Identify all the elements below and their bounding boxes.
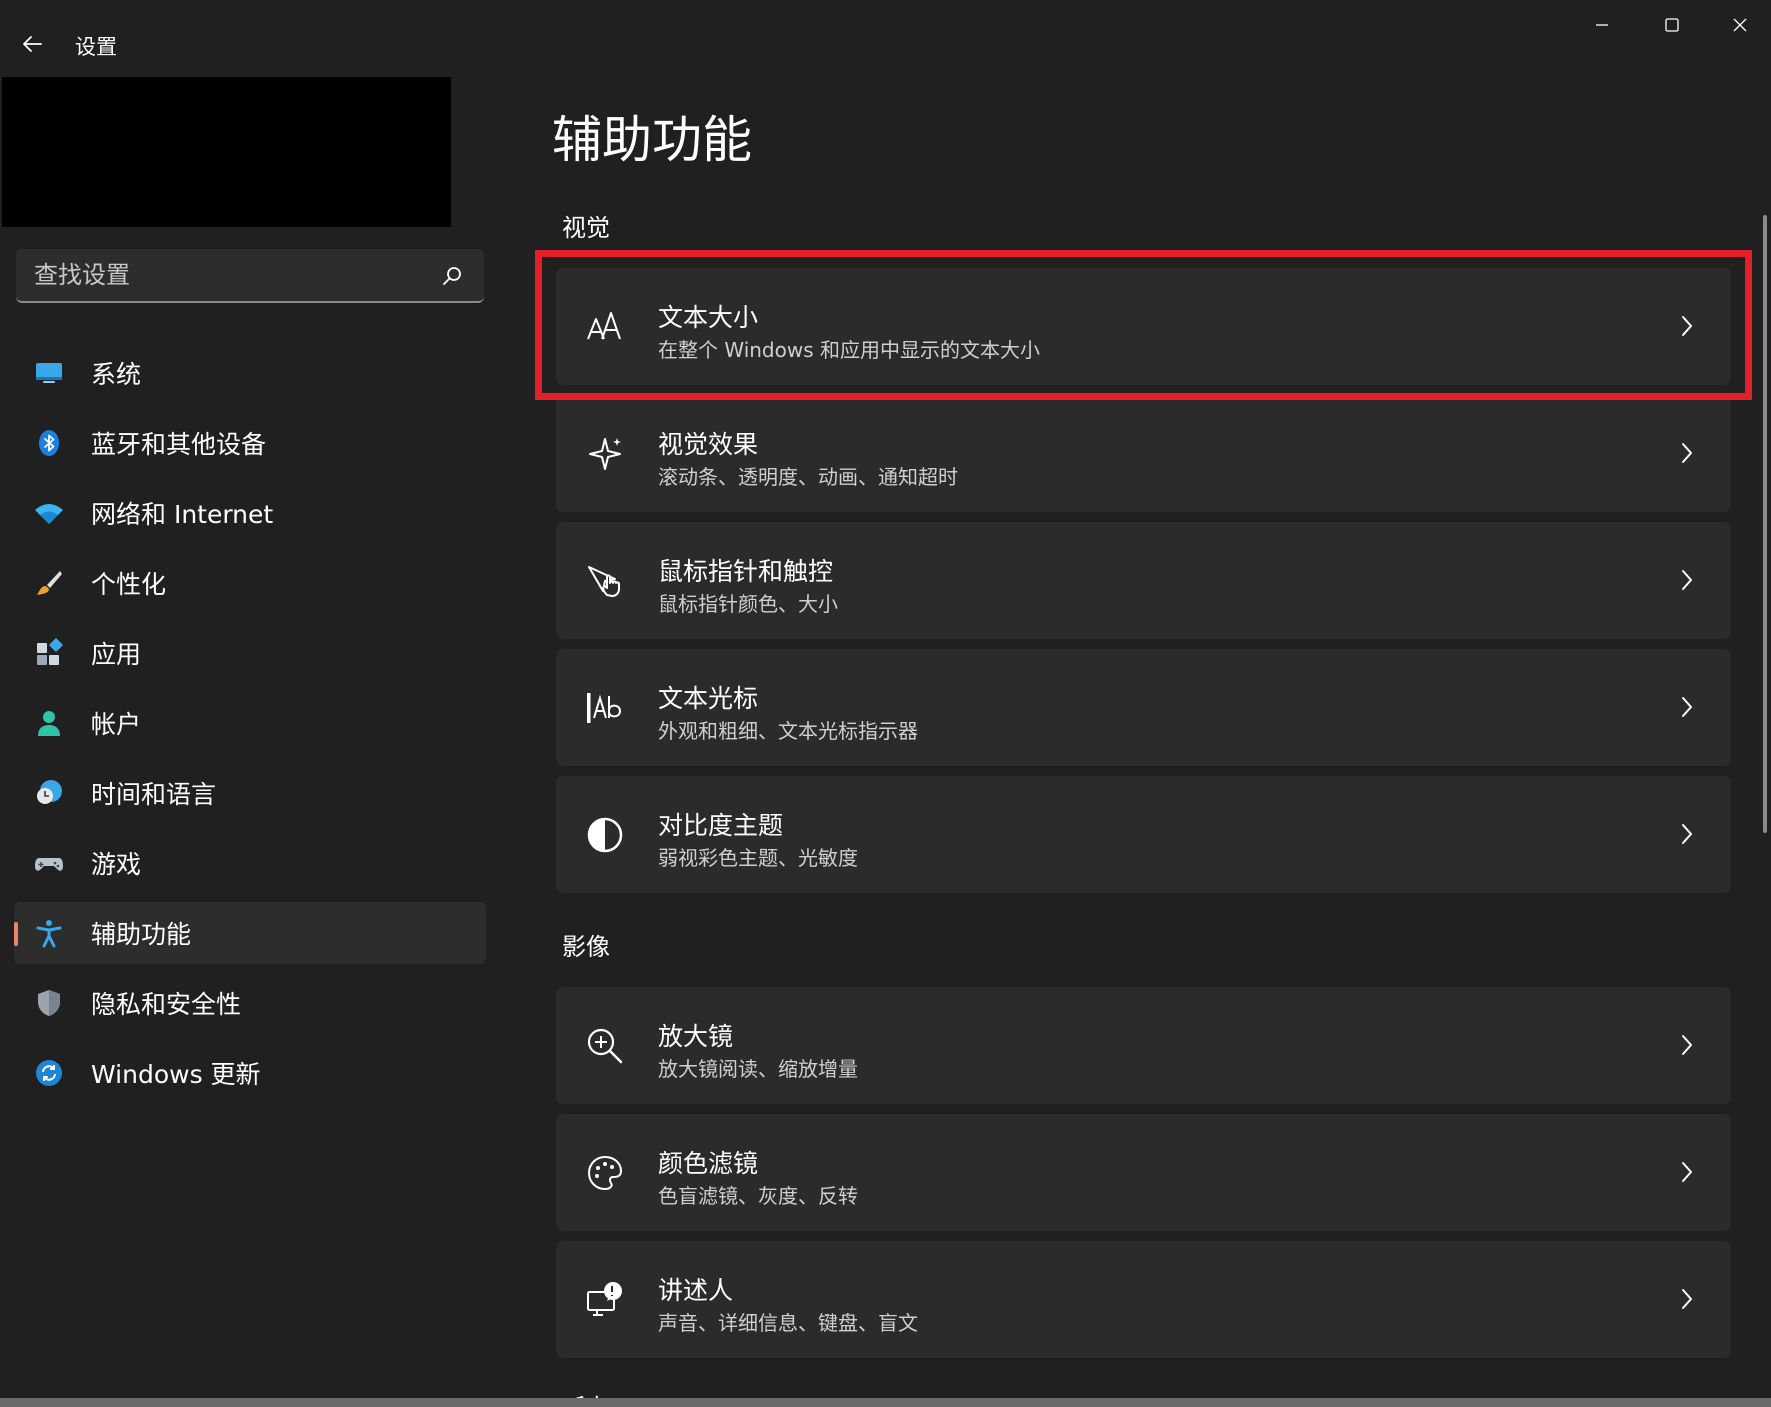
- text-cursor-icon: [584, 687, 626, 729]
- chevron-right-icon: [1673, 1285, 1701, 1313]
- setting-card-contrast-themes[interactable]: 对比度主题 弱视彩色主题、光敏度: [556, 776, 1731, 893]
- card-title: 视觉效果: [658, 430, 759, 459]
- contrast-icon: [584, 814, 626, 856]
- card-subtitle: 声音、详细信息、键盘、盲文: [658, 1311, 918, 1335]
- card-title: 颜色滤镜: [658, 1149, 759, 1178]
- close-icon: [1733, 18, 1747, 32]
- chevron-right-icon: [1673, 1158, 1701, 1186]
- account-profile-card[interactable]: [2, 77, 451, 227]
- search-box[interactable]: [16, 249, 484, 303]
- sidebar-item-time-language[interactable]: 时间和语言: [14, 762, 486, 824]
- setting-card-mouse-pointer[interactable]: 鼠标指针和触控 鼠标指针颜色、大小: [556, 522, 1731, 639]
- sidebar-item-network[interactable]: 网络和 Internet: [14, 482, 486, 544]
- chevron-right-icon: [1673, 820, 1701, 848]
- setting-card-color-filters[interactable]: 颜色滤镜 色盲滤镜、灰度、反转: [556, 1114, 1731, 1231]
- sidebar-item-label: 游戏: [91, 850, 142, 879]
- chevron-right-icon: [1673, 693, 1701, 721]
- search-input[interactable]: [16, 249, 436, 301]
- sidebar-item-label: 系统: [91, 360, 142, 389]
- setting-card-visual-effects[interactable]: 视觉效果 滚动条、透明度、动画、通知超时: [556, 395, 1731, 512]
- back-button[interactable]: [14, 26, 50, 62]
- card-title: 鼠标指针和触控: [658, 557, 834, 586]
- sidebar-item-label: 蓝牙和其他设备: [91, 430, 267, 459]
- sidebar-item-accessibility[interactable]: 辅助功能: [14, 902, 486, 964]
- maximize-icon: [1665, 18, 1679, 32]
- magnifier-icon: [584, 1025, 626, 1067]
- card-title: 讲述人: [658, 1276, 734, 1305]
- accessibility-icon: [34, 918, 64, 948]
- card-title: 放大镜: [658, 1022, 734, 1051]
- card-title: 文本大小: [658, 303, 759, 332]
- setting-card-magnifier[interactable]: 放大镜 放大镜阅读、缩放增量: [556, 987, 1731, 1104]
- sidebar-item-label: 帐户: [91, 710, 142, 739]
- sidebar-item-label: 应用: [91, 640, 142, 669]
- maximize-button[interactable]: [1637, 0, 1707, 50]
- wifi-icon: [34, 498, 64, 528]
- back-arrow-icon: [23, 36, 42, 52]
- sidebar-item-label: 网络和 Internet: [91, 500, 274, 529]
- time-language-icon: [34, 778, 64, 808]
- sidebar-item-accounts[interactable]: 帐户: [14, 692, 486, 754]
- system-icon: [34, 358, 64, 388]
- window-bottom-edge: [0, 1398, 1771, 1407]
- account-icon: [34, 708, 64, 738]
- sidebar-item-apps[interactable]: 应用: [14, 622, 486, 684]
- setting-card-text-cursor[interactable]: 文本光标 外观和粗细、文本光标指示器: [556, 649, 1731, 766]
- sidebar-item-personalization[interactable]: 个性化: [14, 552, 486, 614]
- chevron-right-icon: [1673, 566, 1701, 594]
- section-title-vision: 视觉: [562, 214, 610, 242]
- pointer-touch-icon: [584, 560, 626, 602]
- minimize-button[interactable]: [1567, 0, 1637, 50]
- card-title: 文本光标: [658, 684, 759, 713]
- sidebar-item-label: 隐私和安全性: [91, 990, 242, 1019]
- card-subtitle: 滚动条、透明度、动画、通知超时: [658, 465, 958, 489]
- sidebar-item-label: Windows 更新: [91, 1060, 261, 1089]
- sidebar-item-privacy[interactable]: 隐私和安全性: [14, 972, 486, 1034]
- palette-icon: [584, 1152, 626, 1194]
- sidebar-item-label: 辅助功能: [91, 920, 192, 949]
- card-subtitle: 外观和粗细、文本光标指示器: [658, 719, 918, 743]
- close-button[interactable]: [1705, 0, 1771, 50]
- brush-icon: [34, 568, 64, 598]
- narrator-icon: [584, 1279, 626, 1321]
- section-title-vision-aids: 影像: [562, 933, 610, 961]
- card-title: 对比度主题: [658, 811, 784, 840]
- sidebar-item-gaming[interactable]: 游戏: [14, 832, 486, 894]
- chevron-right-icon: [1673, 439, 1701, 467]
- scrollbar[interactable]: [1763, 215, 1767, 833]
- text-size-icon: [584, 306, 626, 348]
- chevron-right-icon: [1673, 312, 1701, 340]
- update-icon: [34, 1058, 64, 1088]
- apps-icon: [34, 638, 64, 668]
- shield-icon: [34, 988, 64, 1018]
- sidebar-item-windows-update[interactable]: Windows 更新: [14, 1042, 486, 1104]
- gamepad-icon: [34, 848, 64, 878]
- setting-card-narrator[interactable]: 讲述人 声音、详细信息、键盘、盲文: [556, 1241, 1731, 1358]
- app-title: 设置: [75, 35, 117, 59]
- chevron-right-icon: [1673, 1031, 1701, 1059]
- search-icon[interactable]: [440, 264, 464, 288]
- card-subtitle: 在整个 Windows 和应用中显示的文本大小: [658, 338, 1040, 362]
- sidebar-item-system[interactable]: 系统: [14, 342, 486, 404]
- card-subtitle: 放大镜阅读、缩放增量: [658, 1057, 858, 1081]
- sparkle-icon: [584, 433, 626, 475]
- sidebar-item-label: 个性化: [91, 570, 167, 599]
- page-title: 辅助功能: [552, 111, 752, 169]
- sidebar-item-bluetooth[interactable]: 蓝牙和其他设备: [14, 412, 486, 474]
- sidebar-item-label: 时间和语言: [91, 780, 217, 809]
- minimize-icon: [1596, 24, 1608, 26]
- card-subtitle: 弱视彩色主题、光敏度: [658, 846, 858, 870]
- bluetooth-icon: [34, 428, 64, 458]
- card-subtitle: 色盲滤镜、灰度、反转: [658, 1184, 858, 1208]
- card-subtitle: 鼠标指针颜色、大小: [658, 592, 838, 616]
- setting-card-text-size[interactable]: 文本大小 在整个 Windows 和应用中显示的文本大小: [556, 268, 1731, 385]
- sidebar-nav: 系统 蓝牙和其他设备 网络和 Internet 个性化 应用 帐户 时间和语言 …: [14, 342, 486, 1112]
